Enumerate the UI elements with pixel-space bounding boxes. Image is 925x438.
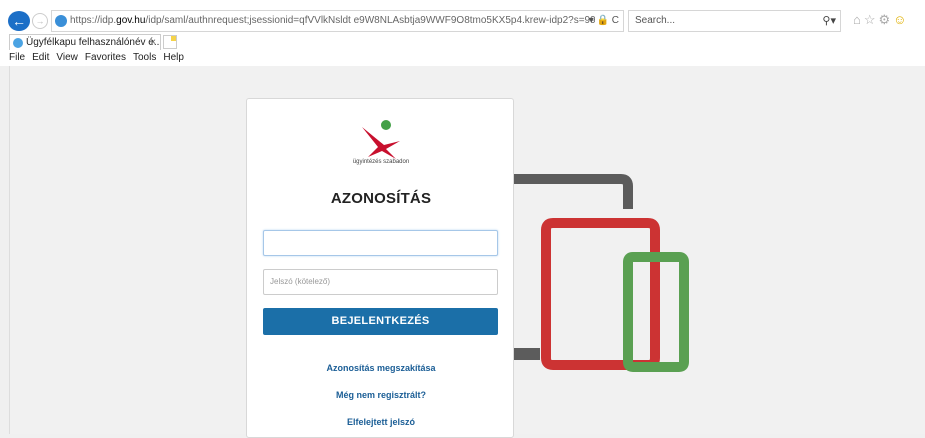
browser-chrome: ← → https://idp.gov.hu/idp/saml/authnreq… [0,0,925,66]
home-icon[interactable]: ⌂ [853,12,864,27]
menu-bar: File Edit View Favorites Tools Help [0,52,925,66]
gear-icon[interactable]: ⚙ [879,12,894,27]
forward-button[interactable]: → [32,13,48,29]
tab-title: Ügyfélkapu felhasználónév é... [26,37,161,48]
search-placeholder: Search... [635,15,676,26]
login-button[interactable]: BEJELENTKEZÉS [263,308,498,335]
menu-edit[interactable]: Edit [32,52,49,63]
address-bar[interactable]: https://idp.gov.hu/idp/saml/authnrequest… [51,10,624,32]
tab-close-icon[interactable]: × [150,35,156,50]
url-text: https://idp.gov.hu/idp/saml/authnrequest… [70,11,595,31]
search-icon[interactable]: ⚲▾ [822,11,836,31]
menu-view[interactable]: View [56,52,78,63]
search-input[interactable]: Search... ⚲▾ [628,10,841,32]
page-title: AZONOSÍTÁS [330,190,432,207]
tab-bar: Ügyfélkapu felhasználónév é... × [0,34,925,50]
smiley-icon[interactable]: ☺ [893,12,909,27]
government-logo-icon [362,120,400,159]
url-prefix: https://idp. [70,15,117,26]
back-button[interactable]: ← [8,11,30,31]
url-domain: gov.hu [116,15,146,26]
ie-icon [55,15,67,27]
lock-refresh-icons[interactable]: ▾ 🔒 C [589,11,619,31]
tab-active[interactable]: Ügyfélkapu felhasználónév é... × [9,34,161,50]
username-field[interactable] [263,230,498,256]
cancel-auth-link[interactable]: Azonosítás megszakítása [247,363,515,373]
forgot-password-link[interactable]: Elfelejtett jelszó [247,417,515,427]
logo-tagline: ügyintézés szabadon [352,159,410,165]
menu-tools[interactable]: Tools [133,52,156,63]
menu-favorites[interactable]: Favorites [85,52,126,63]
tab-favicon-icon [13,38,23,48]
address-row: ← → https://idp.gov.hu/idp/saml/authnreq… [0,10,925,32]
password-field[interactable]: Jelszó (kötelező) [263,269,498,295]
tablet-outline [541,218,660,370]
menu-file[interactable]: File [9,52,25,63]
new-tab-button[interactable] [163,35,177,49]
url-path: /idp/saml/authnrequest;jsessionid=qfVVlk… [145,15,595,26]
register-link[interactable]: Még nem regisztrált? [247,390,515,400]
login-card: ügyintézés szabadon AZONOSÍTÁS Jelszó (k… [246,98,514,438]
star-icon[interactable]: ☆ [864,12,879,27]
toolbar-icons: ⌂☆⚙☺ [853,12,909,28]
menu-help[interactable]: Help [163,52,184,63]
